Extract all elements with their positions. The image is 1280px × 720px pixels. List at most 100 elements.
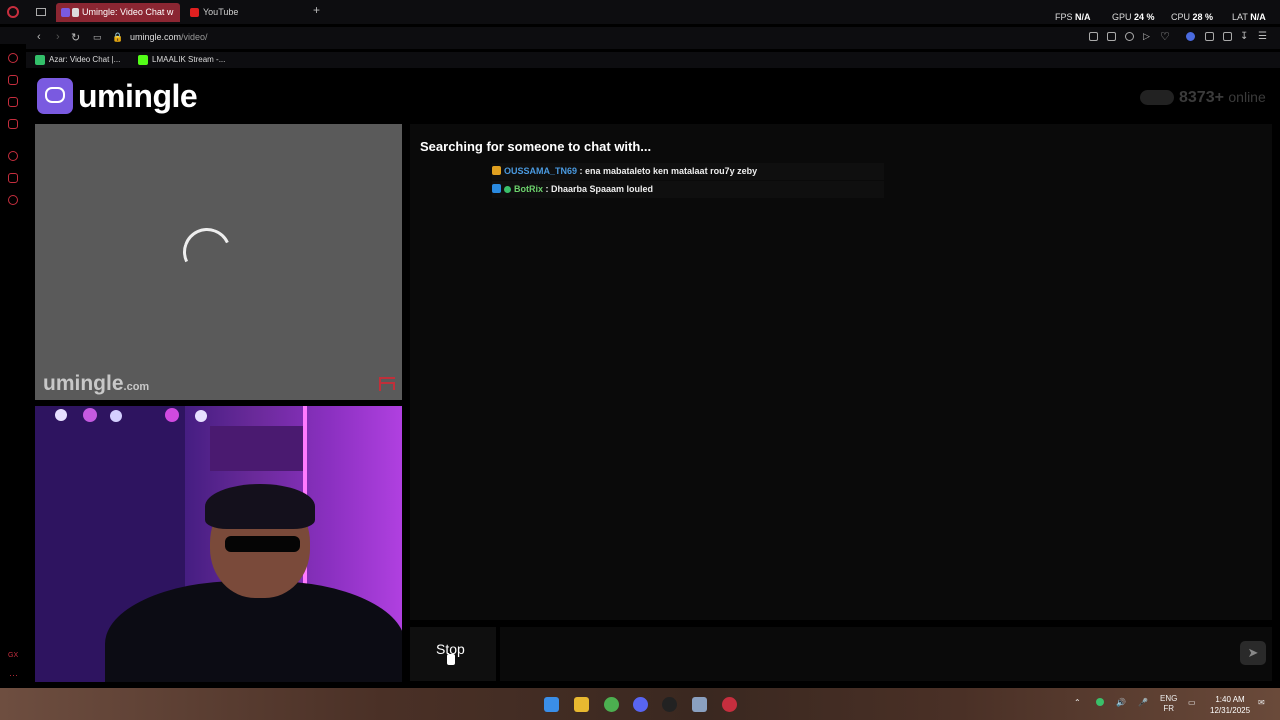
system-clock[interactable]: 1:40 AM 12/31/2025 [1210, 694, 1250, 716]
heart-icon[interactable]: ♡ [1160, 30, 1170, 43]
menu-icon[interactable]: ☰ [1258, 31, 1267, 42]
new-tab-button[interactable]: + [313, 3, 320, 17]
gpu-value: 24 % [1134, 12, 1155, 22]
chrome-icon[interactable] [604, 697, 619, 712]
forward-arrow-icon[interactable]: › [56, 31, 60, 43]
pin-icon[interactable] [1089, 32, 1098, 41]
play-icon[interactable]: ▷ [1143, 31, 1150, 42]
chat-username: OUSSAMA_TN69 [504, 166, 578, 176]
profile-icon[interactable] [1223, 32, 1232, 41]
chat-message: : ena mabataleto ken matalaat rou7y zeby [577, 166, 758, 176]
windows-start-icon[interactable] [544, 697, 559, 712]
message-input[interactable]: ➤ [500, 627, 1272, 681]
clock-time: 1:40 AM [1215, 695, 1245, 704]
watermark-text: umingle [43, 372, 124, 395]
tray-status-icon[interactable] [1096, 698, 1104, 706]
opera-logo-icon[interactable] [7, 6, 19, 18]
led-1 [55, 409, 67, 421]
snapshot-icon[interactable] [1107, 32, 1116, 41]
led-4 [165, 408, 179, 422]
settings-app-icon[interactable] [692, 697, 707, 712]
online-toggle[interactable] [1140, 90, 1174, 105]
tab-label: YouTube [203, 7, 239, 17]
stranger-video: umingle.com [35, 124, 402, 400]
tab-umingle[interactable]: Umingle: Video Chat w [56, 3, 180, 22]
messenger-icon[interactable] [8, 119, 18, 129]
cpu-readout: CPU 28 % [1171, 12, 1213, 22]
self-video [35, 406, 402, 682]
send-icon[interactable]: ➤ [1240, 641, 1266, 665]
extensions-icon[interactable] [1205, 32, 1214, 41]
bookmark-lmaalik[interactable]: LMAALIK Stream -... [138, 55, 225, 65]
lang-sub: FR [1163, 704, 1174, 713]
clock-date: 12/31/2025 [1210, 706, 1251, 715]
video-popout-icon[interactable]: ▭ [93, 32, 102, 43]
tab-overview-icon[interactable] [36, 8, 46, 16]
tab-label: Umingle: Video Chat w [82, 7, 174, 17]
fps-label: FPS [1055, 12, 1073, 22]
notification-icon[interactable]: ✉ [1258, 698, 1265, 707]
display-icon[interactable]: ▭ [1188, 698, 1196, 707]
volume-icon[interactable]: 🔊 [1116, 698, 1126, 707]
overlay-chat-line: OUSSAMA_TN69 : ena mabataleto ken matala… [492, 163, 884, 180]
umingle-favicon-icon [61, 8, 70, 17]
bookmark-label: Azar: Video Chat |... [49, 55, 121, 64]
fps-readout: FPS N/A [1055, 12, 1091, 22]
tray-chevron-icon[interactable]: ⌃ [1074, 698, 1081, 707]
mod-badge-icon [492, 166, 501, 175]
twitch-icon[interactable] [8, 97, 18, 107]
url-path: /video/ [181, 32, 208, 42]
verified-badge-icon [504, 186, 511, 193]
shelf-right [210, 426, 305, 471]
video-watermark: umingle.com [43, 372, 149, 396]
shield-icon[interactable] [1125, 32, 1134, 41]
reload-icon[interactable]: ↻ [71, 31, 80, 44]
chat-username: BotRix [514, 184, 543, 194]
obs-icon[interactable] [662, 697, 677, 712]
gx-label[interactable]: GX [8, 652, 18, 659]
sidebar-extensions-icon[interactable] [8, 173, 18, 183]
back-arrow-icon[interactable]: ‹ [37, 31, 41, 43]
history-icon[interactable] [8, 151, 18, 161]
watermark-suffix: .com [123, 381, 150, 393]
fps-value: N/A [1075, 12, 1091, 22]
file-explorer-icon[interactable] [574, 697, 589, 712]
azar-favicon-icon [35, 55, 45, 65]
windows-taskbar: ⌃ 🔊 🎤 ENG FR ▭ 1:40 AM 12/31/2025 ✉ [0, 688, 1280, 720]
stop-area: Stop [410, 627, 496, 681]
url-field[interactable]: umingle.com/video/ [130, 32, 208, 42]
lock-icon: 🔒 [112, 32, 124, 42]
led-2 [83, 408, 97, 422]
url-host: umingle.com [130, 32, 182, 42]
settings-gear-icon[interactable] [8, 195, 18, 205]
gpu-label: GPU [1112, 12, 1132, 22]
opera-gx-icon[interactable] [722, 697, 737, 712]
lat-readout: LAT N/A [1232, 12, 1266, 22]
microphone-icon[interactable]: 🎤 [1138, 698, 1148, 707]
mouse-cursor-icon [447, 654, 455, 665]
speaker-icon[interactable] [72, 8, 79, 17]
lat-label: LAT [1232, 12, 1248, 22]
chat-status-text: Searching for someone to chat with... [420, 139, 652, 154]
download-icon[interactable]: ↧ [1240, 31, 1248, 42]
discord-icon[interactable] [633, 697, 648, 712]
bookmarks-bar: Azar: Video Chat |... LMAALIK Stream -..… [0, 52, 1280, 68]
lat-value: N/A [1250, 12, 1266, 22]
person-sunglasses [225, 536, 300, 552]
report-flag-icon[interactable] [379, 377, 395, 391]
gx-control-icon[interactable] [8, 53, 18, 63]
cpu-value: 28 % [1192, 12, 1214, 22]
umingle-logo-icon[interactable] [37, 78, 73, 114]
online-counter: 8373+ online [1179, 89, 1266, 107]
site-logo-text[interactable]: umingle [78, 78, 198, 115]
gx-corner-icon[interactable] [8, 75, 18, 85]
online-label: online [1228, 89, 1266, 105]
more-dots-icon[interactable]: ··· [9, 670, 18, 680]
bookmark-azar[interactable]: Azar: Video Chat |... [35, 55, 121, 65]
tab-youtube[interactable]: YouTube [178, 3, 298, 22]
language-indicator[interactable]: ENG FR [1160, 694, 1177, 714]
led-3 [110, 410, 122, 422]
vpn-icon[interactable] [1186, 32, 1195, 41]
browser-tab-bar: Umingle: Video Chat w YouTube + FPS N/A … [0, 0, 1280, 24]
lang-code: ENG [1160, 694, 1178, 703]
